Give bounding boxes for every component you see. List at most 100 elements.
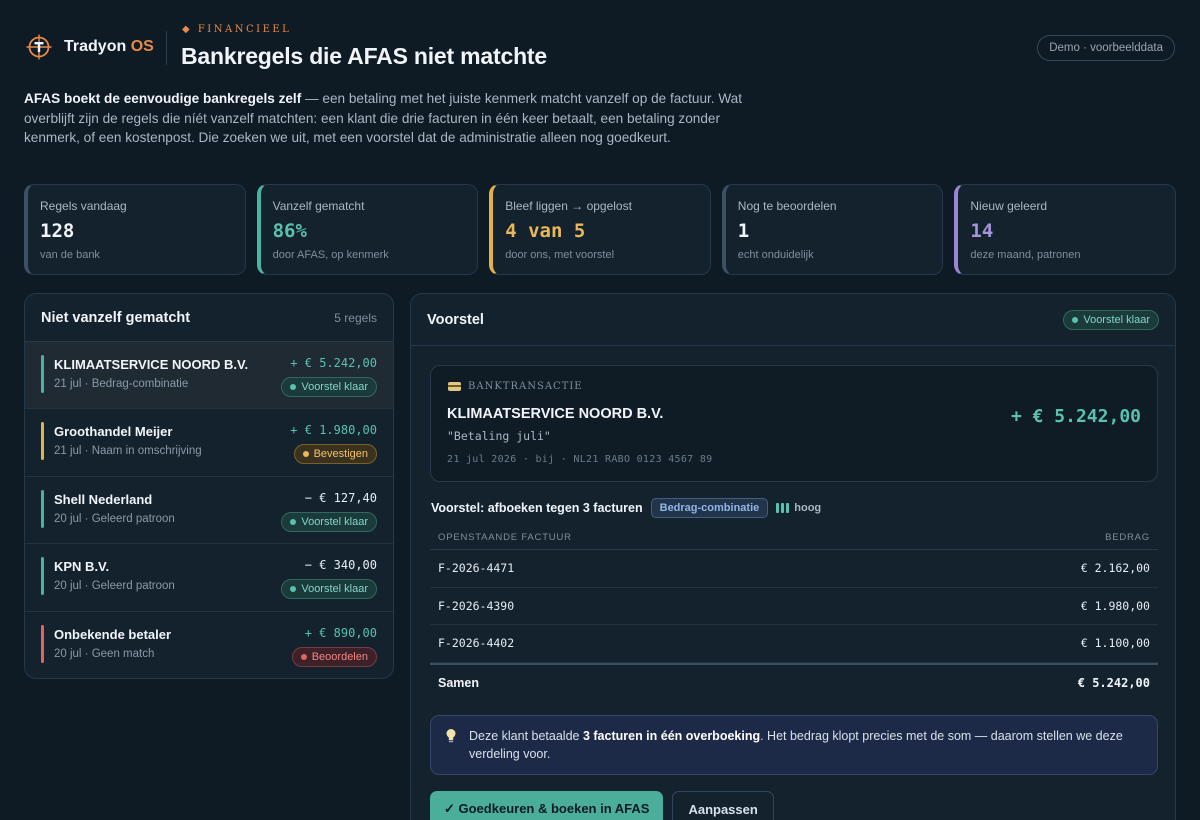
status-text: Beoordelen — [311, 650, 368, 663]
status-text: Bevestigen — [313, 448, 368, 461]
status-dot-icon — [1072, 316, 1079, 323]
status-dot-icon — [302, 451, 309, 458]
match-type-tag: Bedrag-combinatie — [650, 498, 769, 518]
payer-name: KPN B.V. — [54, 559, 110, 575]
stat-card-auto-matched: Vanzelf gematcht 86% door AFAS, op kenme… — [256, 184, 479, 275]
row-amount: + € 5.242,00 — [290, 356, 377, 370]
table-header: OPENSTAANDE FACTUUR BEDRAG — [430, 526, 1158, 550]
confidence-bars-icon — [776, 503, 790, 513]
status-dot-icon — [290, 518, 297, 525]
invoice-number: F-2026-4471 — [438, 561, 515, 576]
column-header-invoice: OPENSTAANDE FACTUUR — [438, 532, 572, 543]
status-dot-icon — [290, 586, 297, 593]
status-bar — [41, 557, 44, 596]
list-item[interactable]: KLIMAATSERVICE NOORD B.V. 21 jul · Bedra… — [25, 342, 393, 410]
status-badge: Beoordelen — [291, 646, 377, 667]
invoice-amount: € 1.100,00 — [1080, 636, 1150, 651]
status-bar — [41, 422, 44, 461]
status-text: Voorstel klaar — [301, 583, 368, 596]
list-item[interactable]: Groothandel Meijer 21 jul · Naam in omsc… — [25, 409, 393, 477]
list-item[interactable]: Onbekende betaler 20 jul · Geen match + … — [25, 612, 393, 678]
column-header-amount: BEDRAG — [1105, 532, 1150, 543]
table-row: F-2026-4471 € 2.162,00 — [430, 550, 1158, 588]
stat-sub: echt onduidelijk — [737, 249, 814, 261]
payer-name: Onbekende betaler — [54, 626, 172, 642]
status-text: Voorstel klaar — [301, 515, 368, 528]
status-dot-icon — [300, 653, 307, 660]
intro-text: AFAS boekt de eenvoudige bankregels zelf… — [24, 89, 754, 148]
credit-card-icon — [448, 382, 461, 391]
table-row: F-2026-4390 € 1.980,00 — [430, 588, 1158, 625]
stat-card-rules-today: Regels vandaag 128 van de bank — [24, 184, 246, 275]
demo-badge: Demo · voorbeelddata — [1037, 35, 1175, 61]
stat-sub: deze maand, patronen — [970, 249, 1081, 261]
status-badge: Bevestigen — [293, 444, 377, 465]
total-amount: € 5.242,00 — [1077, 675, 1150, 690]
lightbulb-icon — [446, 729, 456, 743]
tradyon-logo-icon — [26, 34, 52, 60]
adjust-button[interactable]: Aanpassen — [672, 791, 774, 820]
stat-value: 14 — [970, 220, 994, 242]
unmatched-panel-header: Niet vanzelf gematcht 5 regels — [25, 294, 393, 342]
row-amount: + € 1.980,00 — [290, 423, 377, 438]
list-item[interactable]: Shell Nederland 20 jul · Geleerd patroon… — [25, 477, 393, 545]
row-amount: + € 890,00 — [304, 625, 377, 640]
stat-sub: door AFAS, op kenmerk — [272, 249, 389, 261]
panel-title: Voorstel — [427, 311, 484, 328]
status-badge: Voorstel klaar — [281, 579, 377, 600]
note-text-bold: 3 facturen in één overboeking — [582, 729, 761, 743]
section-eyebrow: ◆ FINANCIEEL — [182, 24, 292, 35]
stat-card-newly-learned: Nieuw geleerd 14 deze maand, patronen — [954, 184, 1176, 275]
stat-value: 4 van 5 — [505, 220, 586, 242]
approve-and-book-button[interactable]: ✓ Goedkeuren & boeken in AFAS — [430, 791, 664, 820]
status-badge: Voorstel klaar — [281, 377, 377, 397]
brand-name: Tradyon OS — [64, 38, 154, 55]
status-bar — [41, 355, 44, 393]
payer-name: Shell Nederland — [54, 491, 153, 507]
stat-card-resolved: Bleef liggen → opgelost 4 van 5 door ons… — [489, 184, 711, 275]
payer-name: KLIMAATSERVICE NOORD B.V. — [54, 357, 249, 372]
explanation-note: Deze klant betaalde 3 facturen in één ov… — [430, 715, 1158, 775]
stat-card-to-review: Nog te beoordelen 1 echt onduidelijk — [721, 184, 944, 275]
status-text: Voorstel klaar — [1083, 313, 1150, 326]
table-total-row: Samen € 5.242,00 — [430, 662, 1158, 701]
intro-bold: AFAS boekt de eenvoudige bankregels zelf — [24, 91, 302, 106]
stat-value: 86% — [272, 220, 307, 242]
stat-value: 1 — [737, 220, 750, 242]
note-text-pre: Deze klant betaalde — [469, 729, 583, 743]
bank-transaction-card: BANKTRANSACTIE KLIMAATSERVICE NOORD B.V.… — [430, 365, 1158, 482]
action-buttons: ✓ Goedkeuren & boeken in AFAS Aanpassen — [430, 791, 774, 820]
invoice-amount: € 2.162,00 — [1080, 561, 1150, 576]
invoice-amount: € 1.980,00 — [1080, 598, 1150, 613]
stat-label: Nieuw geleerd — [970, 199, 1048, 213]
confidence-level: hoog — [794, 502, 822, 514]
brand[interactable]: Tradyon OS — [26, 34, 154, 60]
invoice-number: F-2026-4402 — [438, 636, 515, 651]
stat-sub: door ons, met voorstel — [505, 249, 615, 261]
row-meta: 21 jul · Naam in omschrijving — [54, 445, 202, 458]
rule-count: 5 regels — [334, 310, 377, 325]
list-item[interactable]: KPN B.V. 20 jul · Geleerd patroon − € 34… — [25, 544, 393, 612]
proposal-summary: Voorstel: afboeken tegen 3 facturen Bedr… — [431, 498, 821, 518]
transaction-description: "Betaling juli" — [447, 429, 551, 443]
confidence-indicator: hoog — [776, 502, 821, 514]
total-label: Samen — [438, 675, 479, 690]
row-amount: − € 340,00 — [304, 558, 377, 573]
transaction-bank-line: 21 jul 2026 · bij · NL21 RABO 0123 4567 … — [447, 454, 713, 465]
stat-label: Nog te beoordelen — [737, 199, 837, 213]
stat-value: 128 — [40, 220, 75, 242]
header-divider — [166, 31, 167, 65]
status-bar — [41, 489, 44, 528]
status-badge: Voorstel klaar — [281, 511, 377, 532]
proposal-panel: Voorstel Voorstel klaar BANKTRANSACTIE K… — [410, 293, 1176, 820]
stats-row: Regels vandaag 128 van de bank Vanzelf g… — [24, 184, 1176, 275]
transaction-label-text: BANKTRANSACTIE — [468, 381, 583, 392]
unmatched-panel: Niet vanzelf gematcht 5 regels KLIMAATSE… — [24, 293, 394, 679]
status-dot-icon — [290, 384, 297, 390]
stat-sub: van de bank — [40, 249, 100, 261]
transaction-amount: + € 5.242,00 — [1010, 406, 1141, 427]
row-meta: 20 jul · Geen match — [54, 647, 155, 660]
stat-label: Bleef liggen → opgelost — [505, 199, 632, 213]
transaction-payer: KLIMAATSERVICE NOORD B.V. — [447, 406, 664, 422]
invoice-table: OPENSTAANDE FACTUUR BEDRAG F-2026-4471 €… — [430, 526, 1158, 701]
